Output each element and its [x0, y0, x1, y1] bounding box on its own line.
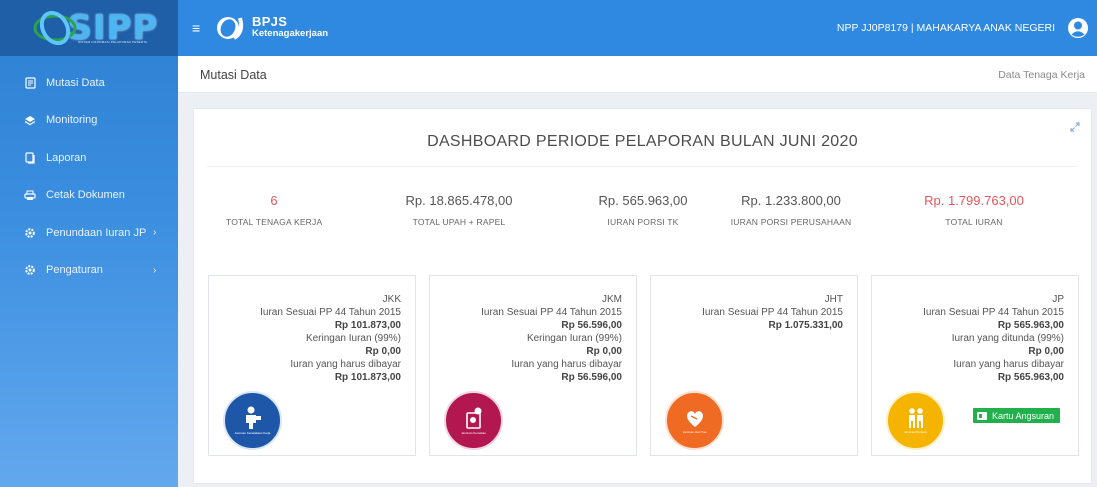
- card-line: Keringan Iuran (99%): [526, 333, 622, 344]
- sipp-logo-icon: [33, 10, 77, 46]
- card-line: Iuran Sesuai PP 44 Tahun 2015: [260, 307, 401, 318]
- sidebar-item-label: Penundaan Iuran JP: [46, 226, 147, 239]
- breadcrumb[interactable]: Data Tenaga Kerja: [998, 69, 1085, 81]
- dashboard-title: DASHBOARD PERIODE PELAPORAN BULAN JUNI 2…: [427, 133, 858, 150]
- card-icon: [977, 411, 987, 420]
- kartu-angsuran-label: Kartu Angsuran: [992, 410, 1055, 421]
- badge-caption: Jaminan Pensiun: [903, 430, 927, 434]
- card-amount: Rp 565.963,00: [997, 372, 1064, 383]
- card-line: Iuran yang harus dibayar: [290, 359, 401, 370]
- brand-tagline: SISTEM INFORMASI PELAPORAN PESERTA: [78, 40, 148, 44]
- gear-icon: [24, 264, 36, 276]
- jkm-badge-icon: Jaminan Kematian: [444, 391, 503, 450]
- sidebar-item-mutasi-data[interactable]: Mutasi Data: [0, 64, 178, 102]
- card-code: JKM: [602, 294, 622, 305]
- dashboard-panel: DASHBOARD PERIODE PELAPORAN BULAN JUNI 2…: [193, 108, 1092, 484]
- stat-label: IURAN PORSI PERUSAHAAN: [730, 217, 852, 227]
- bpjs-logo-icon: [217, 17, 244, 40]
- sidebar-item-monitoring[interactable]: Monitoring: [0, 102, 178, 140]
- badge-caption: Jaminan Kematian: [461, 431, 486, 435]
- card-code: JP: [1052, 294, 1064, 305]
- sidebar-item-label: Cetak Dokumen: [46, 189, 125, 202]
- expand-icon[interactable]: [1070, 122, 1080, 132]
- top-navbar: ≡ BPJS Ketenagakerjaan NPP JJ0P8179 | MA…: [178, 0, 1097, 56]
- stat-value: 6: [270, 193, 278, 208]
- chevron-right-icon: ›: [153, 227, 157, 238]
- stat-total-tenaga-kerja: 6 TOTAL TENAGA KERJA: [226, 193, 322, 227]
- card-line: Iuran Sesuai PP 44 Tahun 2015: [481, 307, 622, 318]
- document-icon: [24, 77, 36, 89]
- sidebar-menu: Mutasi Data Monitoring Laporan Cetak Dok…: [0, 56, 178, 289]
- layers-icon: [24, 114, 36, 126]
- sidebar-item-label: Monitoring: [46, 114, 98, 127]
- sidebar-item-pengaturan[interactable]: Pengaturan ›: [0, 252, 178, 290]
- stat-label: TOTAL TENAGA KERJA: [226, 217, 323, 227]
- hamburger-menu-icon[interactable]: ≡: [192, 20, 204, 36]
- divider: [207, 166, 1078, 167]
- bpjs-subtitle: Ketenagakerjaan: [252, 28, 329, 39]
- user-info[interactable]: NPP JJ0P8179 | MAHAKARYA ANAK NEGERI: [837, 22, 1055, 34]
- card-jkk: JKK Iuran Sesuai PP 44 Tahun 2015 Rp 101…: [208, 275, 416, 456]
- sidebar-item-cetak-dokumen[interactable]: Cetak Dokumen: [0, 177, 178, 215]
- badge-caption: Jaminan Kecelakaan Kerja: [234, 431, 271, 435]
- sidebar: SIPP SISTEM INFORMASI PELAPORAN PESERTA …: [0, 0, 178, 487]
- stat-label: IURAN PORSI TK: [607, 217, 679, 227]
- stat-iuran-porsi-perusahaan: Rp. 1.233.800,00 IURAN PORSI PERUSAHAAN: [727, 193, 855, 227]
- stat-value: Rp. 1.233.800,00: [741, 193, 841, 208]
- card-line: Iuran yang ditunda (99%): [951, 333, 1064, 344]
- print-icon: [24, 189, 36, 201]
- card-amount: Rp 101.873,00: [334, 320, 401, 331]
- card-jkm: JKM Iuran Sesuai PP 44 Tahun 2015 Rp 56.…: [429, 275, 637, 456]
- card-line: Iuran Sesuai PP 44 Tahun 2015: [702, 307, 843, 318]
- card-amount: Rp 101.873,00: [334, 372, 401, 383]
- badge-caption: Jaminan Hari Tua: [682, 430, 707, 434]
- card-jht: JHT Iuran Sesuai PP 44 Tahun 2015 Rp 1.0…: [650, 275, 858, 456]
- card-line: Iuran Sesuai PP 44 Tahun 2015: [923, 307, 1064, 318]
- jp-badge-icon: Jaminan Pensiun: [886, 391, 945, 450]
- stat-value: Rp. 565.963,00: [598, 193, 688, 208]
- card-jp: JP Iuran Sesuai PP 44 Tahun 2015 Rp 565.…: [871, 275, 1079, 456]
- stat-value: Rp. 1.799.763,00: [924, 193, 1024, 208]
- card-amount: Rp 56.596,00: [561, 372, 622, 383]
- card-code: JHT: [824, 294, 843, 305]
- stat-total-upah-rapel: Rp. 18.865.478,00 TOTAL UPAH + RAPEL: [400, 193, 518, 227]
- stat-total-iuran: Rp. 1.799.763,00 TOTAL IURAN: [920, 193, 1028, 227]
- gear-icon: [24, 227, 36, 239]
- sidebar-item-label: Pengaturan: [46, 264, 103, 277]
- content-header: Mutasi Data Data Tenaga Kerja: [178, 56, 1097, 93]
- stat-label: TOTAL IURAN: [945, 217, 1003, 227]
- card-line: Iuran yang harus dibayar: [953, 359, 1064, 370]
- stat-iuran-porsi-tk: Rp. 565.963,00 IURAN PORSI TK: [595, 193, 691, 227]
- card-amount: Rp 0,00: [586, 346, 622, 357]
- bpjs-logo[interactable]: BPJS Ketenagakerjaan: [214, 14, 329, 40]
- sidebar-item-label: Laporan: [46, 151, 87, 164]
- card-amount: Rp 0,00: [1028, 346, 1064, 357]
- user-avatar-icon[interactable]: [1067, 17, 1089, 39]
- card-amount: Rp 1.075.331,00: [768, 320, 844, 331]
- card-amount: Rp 0,00: [365, 346, 401, 357]
- jht-badge-icon: Jaminan Hari Tua: [665, 391, 724, 450]
- card-amount: Rp 565.963,00: [997, 320, 1064, 331]
- jkk-badge-icon: Jaminan Kecelakaan Kerja: [223, 391, 282, 450]
- card-code: JKK: [382, 294, 401, 305]
- chevron-right-icon: ›: [153, 264, 157, 276]
- bpjs-title: BPJS: [252, 14, 288, 29]
- stat-label: TOTAL UPAH + RAPEL: [412, 217, 506, 227]
- card-line: Keringan Iuran (99%): [305, 333, 401, 344]
- sidebar-item-laporan[interactable]: Laporan: [0, 139, 178, 177]
- card-amount: Rp 56.596,00: [561, 320, 622, 331]
- copy-icon: [24, 152, 36, 164]
- card-line: Iuran yang harus dibayar: [511, 359, 622, 370]
- page-title: Mutasi Data: [200, 68, 267, 82]
- sidebar-item-label: Mutasi Data: [46, 76, 105, 89]
- kartu-angsuran-button[interactable]: Kartu Angsuran: [973, 408, 1061, 423]
- stat-value: Rp. 18.865.478,00: [405, 193, 513, 208]
- sidebar-item-penundaan-iuran-jp[interactable]: Penundaan Iuran JP ›: [0, 214, 178, 252]
- brand-logo[interactable]: SIPP SISTEM INFORMASI PELAPORAN PESERTA: [0, 0, 178, 56]
